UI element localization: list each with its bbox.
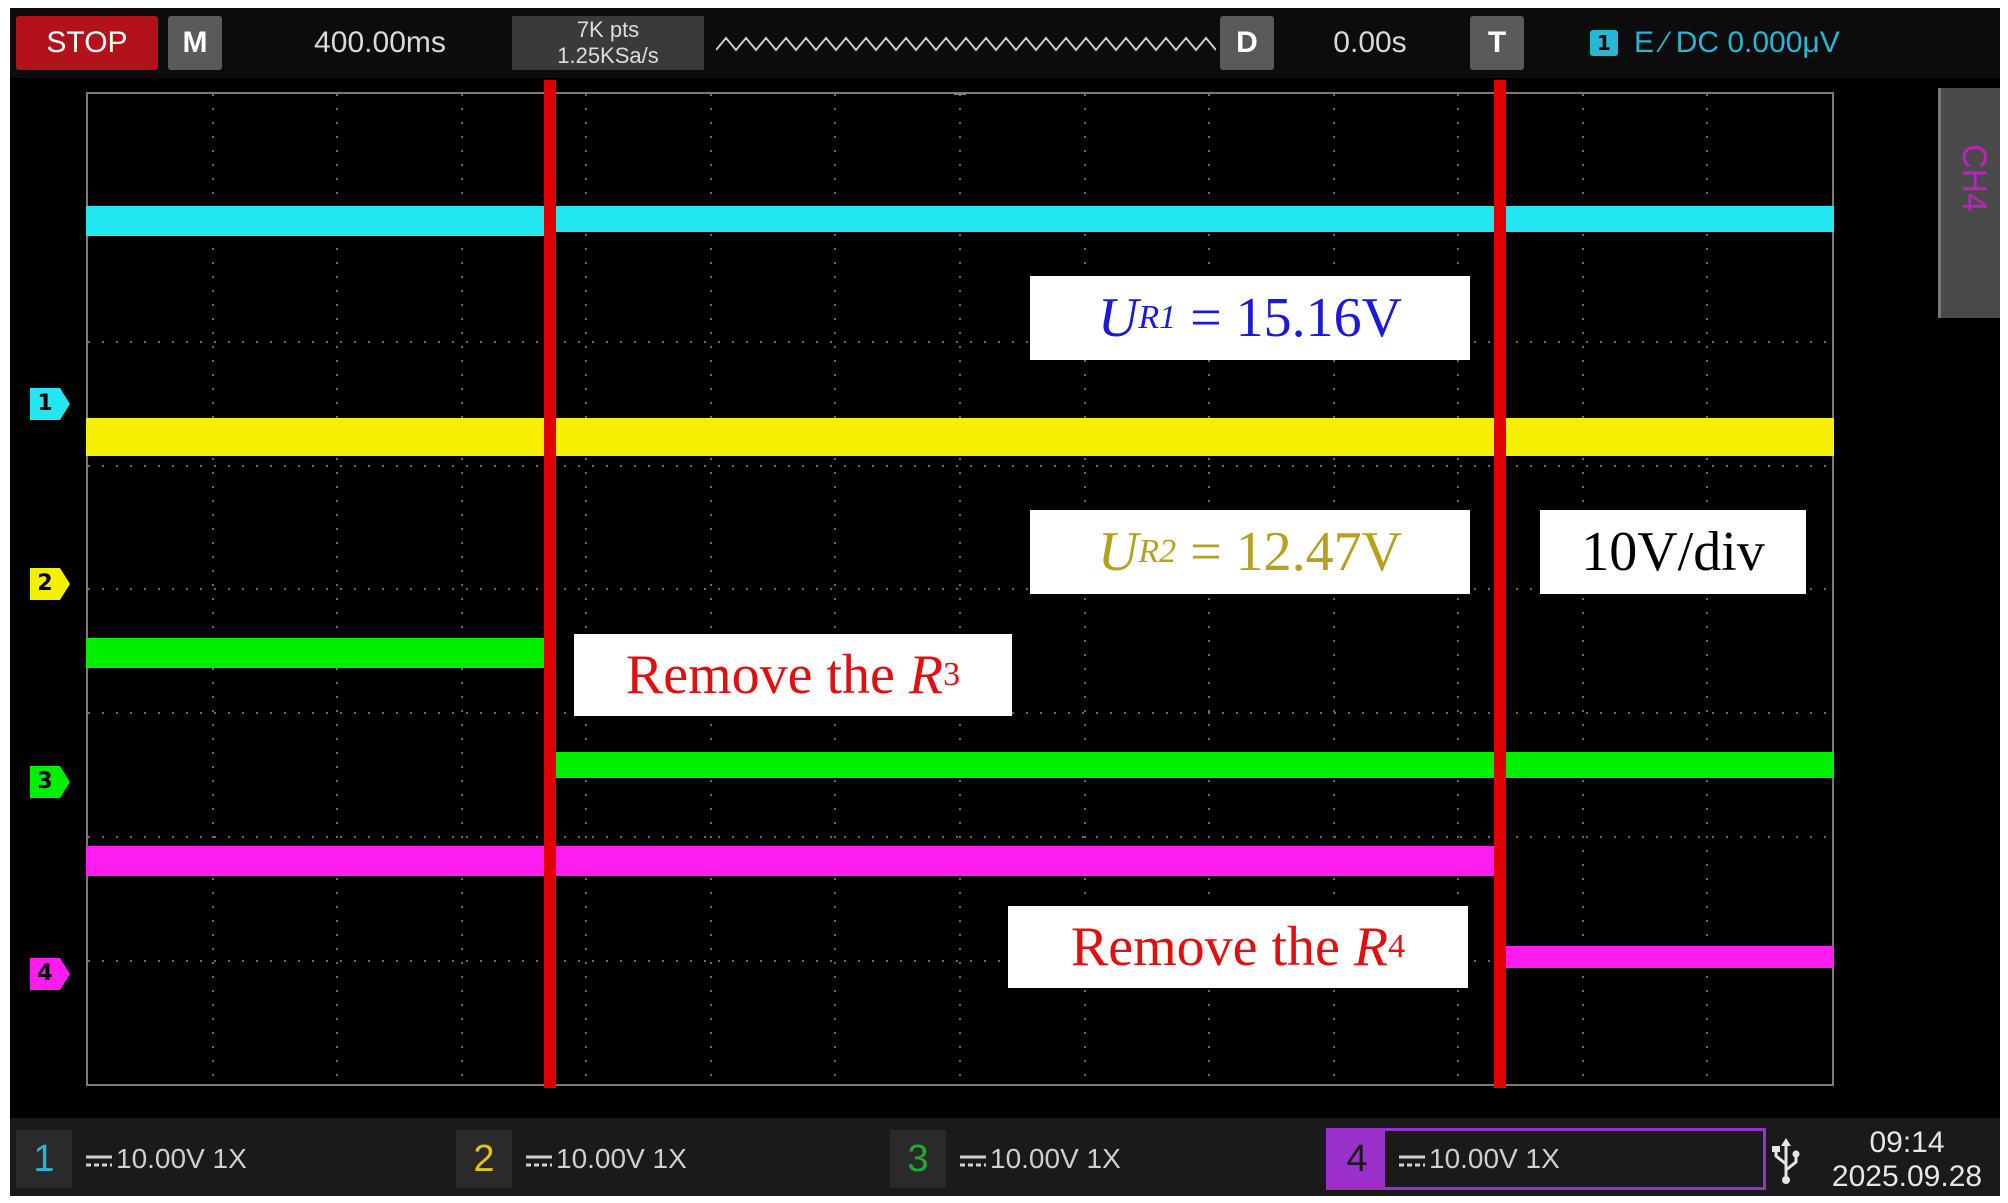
main-timebase-button[interactable]: M <box>168 16 222 70</box>
top-status-bar: STOP M 400.00ms 7K pts 1.25KSa/s D 0.00s… <box>10 8 2000 78</box>
timebase-value: 400.00ms <box>314 26 446 59</box>
usb-icon <box>1772 1138 1800 1184</box>
remove-r4-annotation: Remove the R4 <box>1008 906 1468 988</box>
ch4-trace-before <box>86 846 1498 876</box>
ch3-offset-marker[interactable]: 3 <box>30 766 70 798</box>
trigger-button[interactable]: T <box>1470 16 1524 70</box>
clock-date: 2025.09.28 <box>1831 1160 1983 1193</box>
clock: 09:14 2025.09.28 <box>1822 1126 1992 1194</box>
ch1-offset-marker[interactable]: 1 <box>30 388 70 420</box>
run-stop-button[interactable]: STOP <box>16 16 158 70</box>
ur2-annotation: U R2 = 12.47V <box>1030 510 1470 594</box>
trigger-channel-badge: 1 <box>1590 30 1618 56</box>
ch3-scale: 10.00V 1X <box>990 1143 1121 1174</box>
oscilloscope-screen: STOP M 400.00ms 7K pts 1.25KSa/s D 0.00s… <box>10 8 2000 1196</box>
ch1-trace-segment-2 <box>554 206 1834 232</box>
dc-coupling-icon <box>1399 1155 1425 1167</box>
ch3-number: 3 <box>890 1130 946 1188</box>
ch2-status[interactable]: 2 10.00V 1X <box>456 1130 886 1188</box>
remove-r3-annotation: Remove the R3 <box>574 634 1012 716</box>
sample-rate: 1.25KSa/s <box>557 43 659 68</box>
cursor-line-r4 <box>1494 80 1506 1088</box>
clock-time: 09:14 <box>1869 1126 1945 1159</box>
delay-value: 0.00s <box>1333 26 1407 59</box>
ch2-scale: 10.00V 1X <box>556 1143 687 1174</box>
cursor-line-r3 <box>544 80 556 1088</box>
acquisition-info: 7K pts 1.25KSa/s <box>512 16 704 70</box>
scale-annotation: 10V/div <box>1540 510 1806 594</box>
ch4-number: 4 <box>1329 1131 1385 1187</box>
ch2-trace <box>86 418 1834 456</box>
dc-coupling-icon <box>526 1155 552 1167</box>
ch1-number: 1 <box>16 1130 72 1188</box>
trigger-status: 1 E ⁄ DC 0.000μV <box>1590 16 1990 70</box>
dc-coupling-icon <box>86 1155 112 1167</box>
waveform-overview-icon <box>716 36 1216 52</box>
ch4-status-selected[interactable]: 4 10.00V 1X <box>1326 1128 1766 1190</box>
ch1-scale: 10.00V 1X <box>116 1143 247 1174</box>
dc-coupling-icon <box>960 1155 986 1167</box>
ch1-trace-segment-1 <box>86 206 550 236</box>
ch3-status[interactable]: 3 10.00V 1X <box>890 1130 1320 1188</box>
trigger-info: E ⁄ DC 0.000μV <box>1634 26 1840 59</box>
ch2-offset-marker[interactable]: 2 <box>30 568 70 600</box>
channel-status-bar: 1 10.00V 1X 2 10.00V 1X 3 10.00V 1X 4 10… <box>10 1118 2000 1196</box>
ch3-trace-after <box>554 752 1834 778</box>
ch1-status[interactable]: 1 10.00V 1X <box>16 1130 446 1188</box>
ch4-scale: 10.00V 1X <box>1429 1143 1560 1174</box>
ch2-number: 2 <box>456 1130 512 1188</box>
memory-depth: 7K pts <box>576 17 640 42</box>
delay-button[interactable]: D <box>1220 16 1274 70</box>
ch4-side-tab[interactable]: CH4 <box>1938 88 2000 318</box>
ch4-trace-after <box>1506 946 1834 968</box>
ur1-annotation: U R1 = 15.16V <box>1030 276 1470 360</box>
ch3-trace-before <box>86 638 544 668</box>
ch4-offset-marker[interactable]: 4 <box>30 958 70 990</box>
